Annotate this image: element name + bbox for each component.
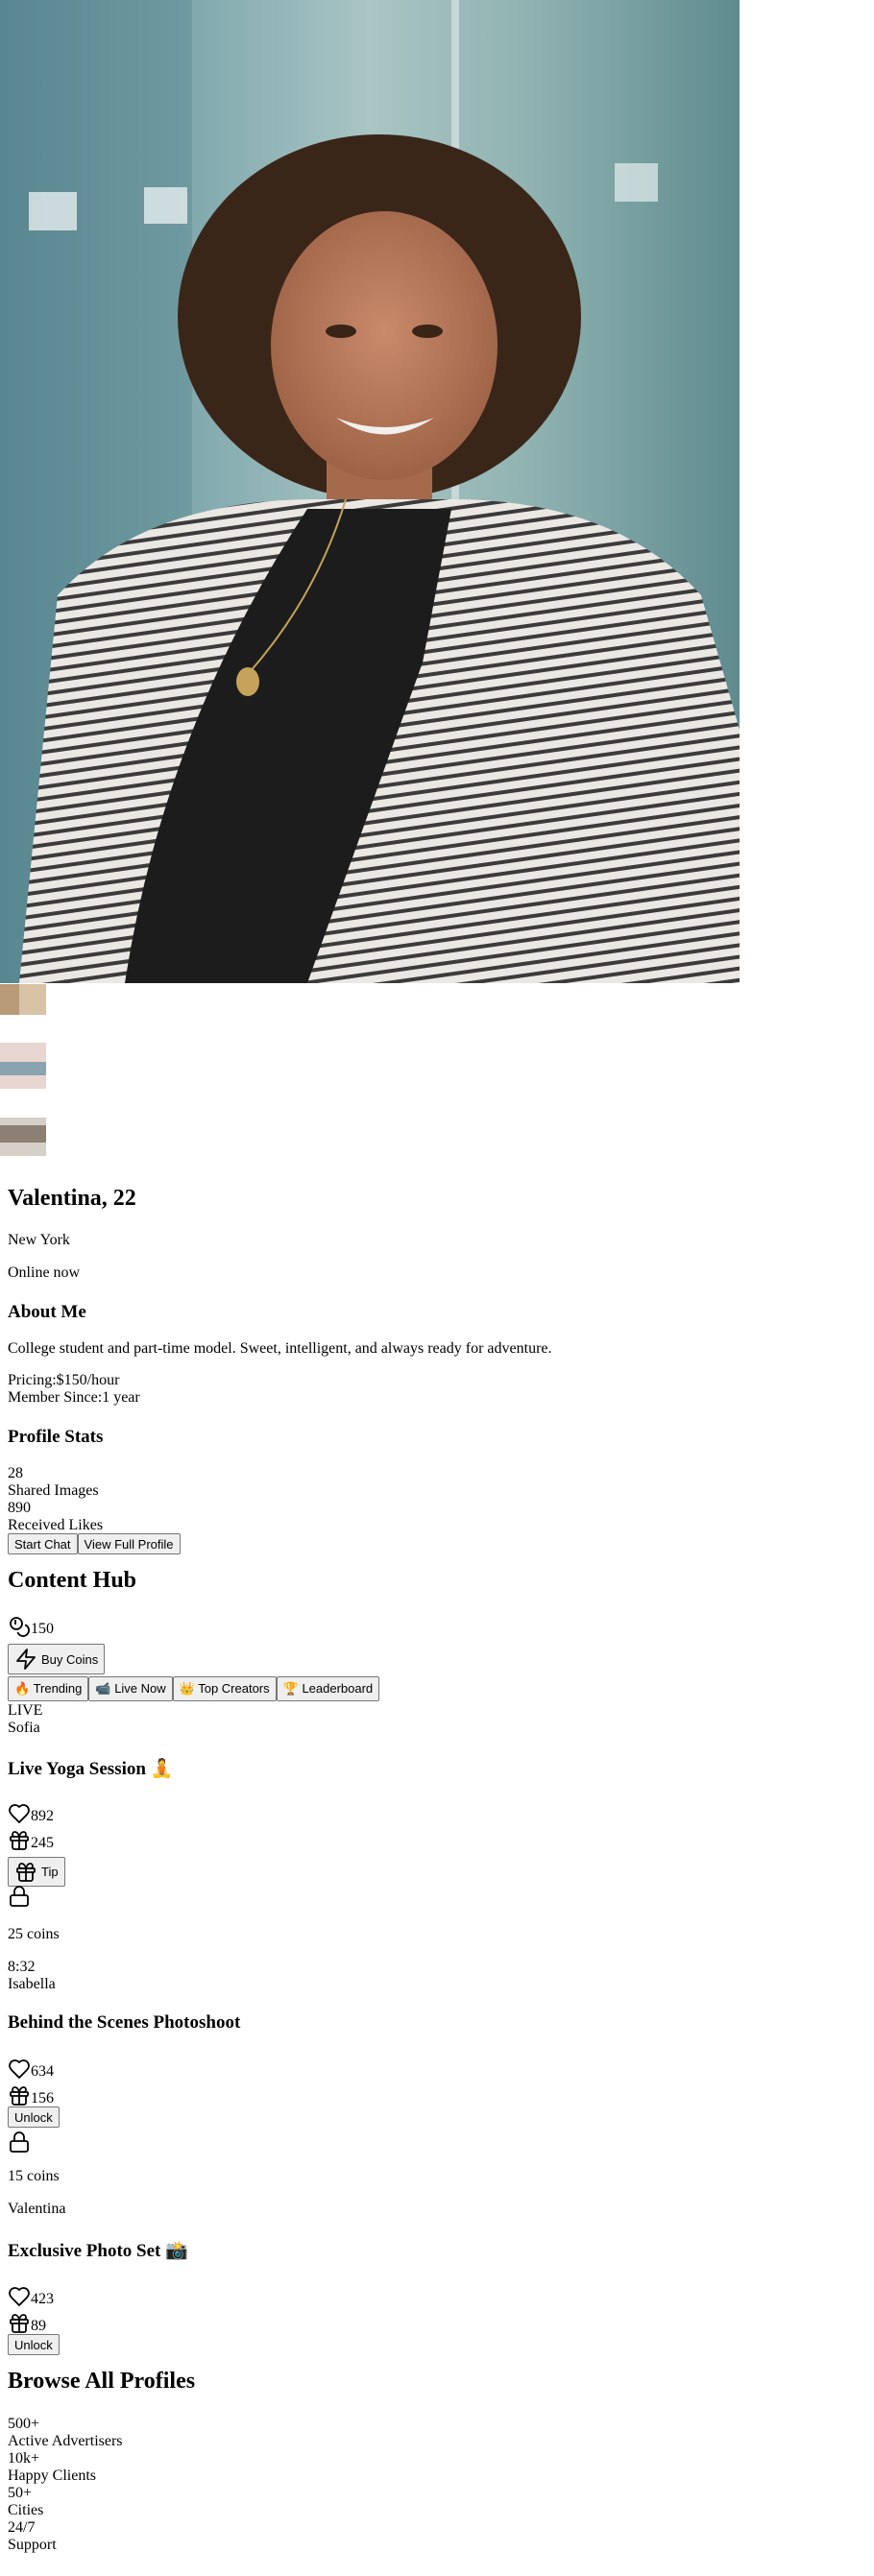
profile-name: Valentina, 22 [8, 1186, 136, 1211]
gifts-count: 156 [31, 2090, 54, 2107]
lightning-icon [14, 1648, 37, 1671]
gifts-count: 245 [31, 1835, 54, 1851]
post-likes[interactable]: 423 [8, 2285, 54, 2308]
buy-coins-label: Buy Coins [41, 1651, 99, 1667]
post-likes[interactable]: 892 [8, 1802, 54, 1825]
coin-balance: 150 [8, 1615, 54, 1638]
gifts-count: 89 [31, 2318, 46, 2334]
browse-profiles-heading: Browse All Profiles [8, 2369, 196, 2394]
lock-icon [8, 2131, 31, 2154]
gift-icon [8, 2084, 31, 2107]
profile-location: New York [8, 1232, 70, 1248]
pricing-row: Pricing:$150/hour [8, 1372, 119, 1389]
start-chat-button[interactable]: Start Chat [8, 1533, 78, 1554]
post-title: Exclusive Photo Set 📸 [8, 2241, 188, 2261]
unlock-button[interactable]: Unlock [8, 2334, 60, 2355]
member-since-row: Member Since:1 year [8, 1389, 140, 1407]
cities-count: 50+ [8, 2485, 33, 2501]
heart-icon [8, 2285, 31, 2308]
coin-icon [8, 1615, 31, 1638]
shared-images-count: 28 [8, 1465, 23, 1481]
view-full-profile-button[interactable]: View Full Profile [77, 1533, 181, 1554]
likes-count: 634 [31, 2063, 54, 2080]
unlock-button[interactable]: Unlock [8, 2107, 60, 2128]
pricing-value: $150/hour [56, 1372, 120, 1388]
post-title: Live Yoga Session 🧘 [8, 1759, 174, 1779]
advertisers-label: Active Advertisers [8, 2433, 123, 2449]
live-badge: LIVE [8, 1702, 43, 1719]
gift-icon [8, 2312, 31, 2335]
advertisers-count: 500+ [8, 2416, 40, 2432]
post-gifts[interactable]: 89 [8, 2312, 46, 2335]
member-since-value: 1 year [102, 1389, 140, 1406]
cities-label: Cities [8, 2502, 44, 2518]
post-gifts[interactable]: 156 [8, 2084, 54, 2107]
profile-photo-image [0, 0, 740, 983]
likes-count: 423 [31, 2291, 54, 2307]
support-label: Support [8, 2537, 57, 2553]
post-creator-name[interactable]: Isabella [8, 1976, 56, 1993]
stats-heading: Profile Stats [8, 1427, 104, 1447]
online-status: Online now [8, 1264, 81, 1281]
post-title: Behind the Scenes Photoshoot [8, 2012, 241, 2033]
received-likes-label: Received Likes [8, 1517, 104, 1533]
buy-coins-button[interactable]: Buy Coins [8, 1644, 106, 1674]
video-duration: 8:32 [8, 1959, 36, 1975]
content-tabs: 🔥 Trending 📹 Live Now 👑 Top Creators 🏆 L… [8, 1676, 380, 1701]
heart-icon [8, 1802, 31, 1825]
unlock-price: 25 coins [8, 1926, 60, 1942]
about-heading: About Me [8, 1302, 86, 1322]
post-likes[interactable]: 634 [8, 2058, 54, 2081]
lock-icon [8, 1885, 31, 1908]
tab-live-now[interactable]: 📹 Live Now [88, 1676, 173, 1701]
photo-thumbnail[interactable] [0, 1118, 46, 1164]
profile-actions: Start Chat View Full Profile [8, 1533, 181, 1554]
post-creator-name[interactable]: Valentina [8, 2201, 65, 2218]
photo-thumbnail[interactable] [0, 984, 46, 1030]
clients-count: 10k+ [8, 2450, 40, 2467]
member-since-label: Member Since: [8, 1389, 103, 1406]
tip-label: Tip [41, 1865, 59, 1879]
tab-trending[interactable]: 🔥 Trending [8, 1676, 89, 1701]
post-gifts[interactable]: 245 [8, 1829, 54, 1852]
received-likes-count: 890 [8, 1500, 31, 1516]
unlock-price: 15 coins [8, 2168, 60, 2184]
post-creator-name[interactable]: Sofia [8, 1720, 40, 1737]
shared-images-label: Shared Images [8, 1482, 99, 1499]
gift-icon [8, 1829, 31, 1852]
likes-count: 892 [31, 1808, 54, 1824]
clients-label: Happy Clients [8, 2468, 96, 2484]
about-bio: College student and part-time model. Swe… [8, 1340, 552, 1357]
tab-top-creators[interactable]: 👑 Top Creators [172, 1676, 277, 1701]
profile-main-photo[interactable] [0, 0, 740, 983]
coin-balance-value: 150 [31, 1621, 54, 1637]
content-hub-heading: Content Hub [8, 1568, 137, 1593]
pricing-label: Pricing: [8, 1372, 57, 1388]
photo-thumbnail[interactable] [0, 1043, 46, 1089]
support-value: 24/7 [8, 2519, 36, 2536]
tip-button[interactable]: Tip [8, 1857, 65, 1887]
gift-icon [14, 1861, 37, 1884]
heart-icon [8, 2058, 31, 2081]
tab-leaderboard[interactable]: 🏆 Leaderboard [276, 1676, 380, 1701]
